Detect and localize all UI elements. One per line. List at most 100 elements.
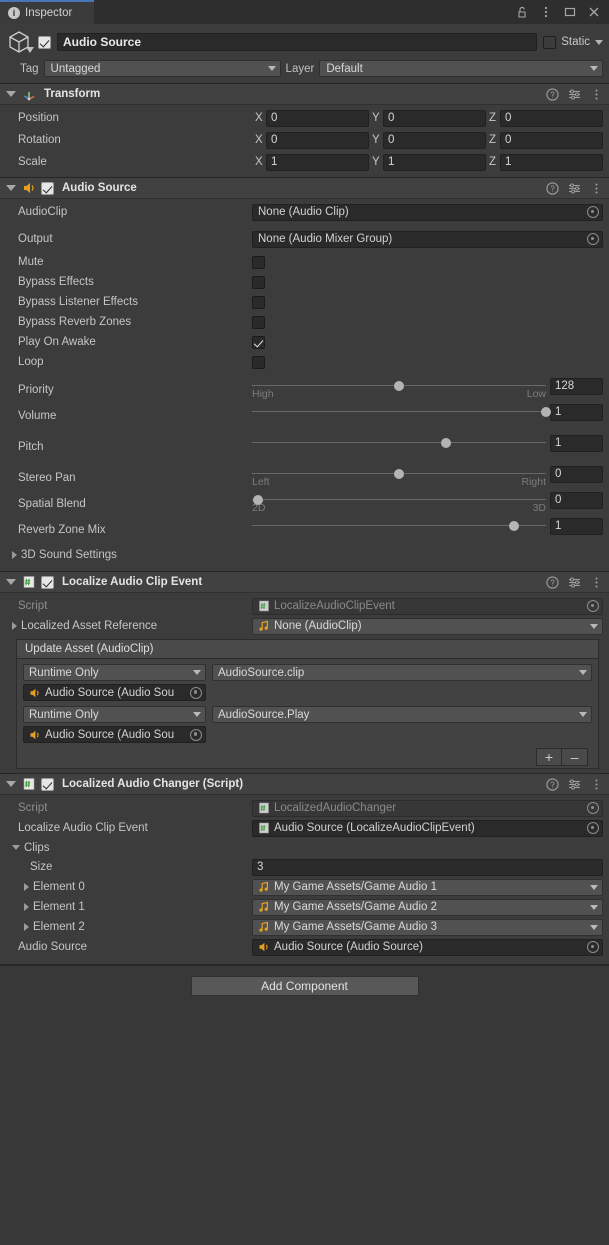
object-picker-icon[interactable] bbox=[587, 206, 599, 218]
volume-slider-knob[interactable] bbox=[541, 407, 551, 417]
localize-event-header[interactable]: Localize Audio Clip Event ? bbox=[0, 572, 609, 593]
element-2-label[interactable]: Element 2 bbox=[6, 921, 252, 933]
scale-x-input[interactable]: 1 bbox=[266, 154, 369, 171]
kebab-menu-icon[interactable] bbox=[590, 778, 603, 791]
gameobject-name-input[interactable]: Audio Source bbox=[57, 33, 537, 51]
help-icon[interactable]: ? bbox=[546, 182, 559, 195]
scale-y-input[interactable]: 1 bbox=[383, 154, 486, 171]
play-on-awake-checkbox[interactable] bbox=[252, 336, 265, 349]
foldout-arrow-icon[interactable] bbox=[24, 883, 29, 891]
object-picker-icon[interactable] bbox=[190, 729, 202, 741]
localized-asset-reference-label[interactable]: Localized Asset Reference bbox=[6, 620, 252, 632]
foldout-3d-sound-settings[interactable]: 3D Sound Settings bbox=[6, 547, 603, 563]
reverb-zone-mix-slider-knob[interactable] bbox=[509, 521, 519, 531]
foldout-arrow-icon[interactable] bbox=[6, 91, 16, 97]
chevron-down-icon[interactable] bbox=[26, 44, 34, 56]
rotation-y-input[interactable]: 0 bbox=[383, 132, 486, 149]
static-checkbox[interactable] bbox=[543, 36, 556, 49]
close-icon[interactable] bbox=[587, 5, 601, 19]
layer-dropdown[interactable]: Default bbox=[319, 60, 603, 77]
foldout-clips[interactable]: Clips bbox=[6, 839, 603, 856]
preset-icon[interactable] bbox=[568, 576, 581, 589]
kebab-menu-icon[interactable] bbox=[590, 88, 603, 101]
audioclip-object-field[interactable]: None (Audio Clip) bbox=[252, 204, 603, 221]
foldout-arrow-icon[interactable] bbox=[6, 185, 16, 191]
foldout-arrow-icon[interactable] bbox=[6, 781, 16, 787]
kebab-menu-icon[interactable] bbox=[539, 5, 553, 19]
output-object-field[interactable]: None (Audio Mixer Group) bbox=[252, 231, 603, 248]
event-1-object-field[interactable]: Audio Source (Audio Sou bbox=[23, 726, 206, 743]
position-y-input[interactable]: 0 bbox=[383, 110, 486, 127]
preset-icon[interactable] bbox=[568, 88, 581, 101]
help-icon[interactable]: ? bbox=[546, 88, 559, 101]
localize-event-enabled-checkbox[interactable] bbox=[41, 576, 54, 589]
cube-icon[interactable] bbox=[6, 29, 32, 55]
kebab-menu-icon[interactable] bbox=[590, 182, 603, 195]
spatial-blend-slider-knob[interactable] bbox=[253, 495, 263, 505]
bypass-effects-checkbox[interactable] bbox=[252, 276, 265, 289]
audio-source-header[interactable]: Audio Source ? bbox=[0, 178, 609, 199]
element-0-dropdown[interactable]: My Game Assets/Game Audio 1 bbox=[252, 879, 603, 896]
gameobject-enabled-checkbox[interactable] bbox=[38, 36, 51, 49]
object-picker-icon[interactable] bbox=[587, 822, 599, 834]
event-0-mode-dropdown[interactable]: Runtime Only bbox=[23, 664, 206, 681]
foldout-arrow-icon[interactable] bbox=[6, 579, 16, 585]
rotation-z-input[interactable]: 0 bbox=[500, 132, 603, 149]
add-component-button[interactable]: Add Component bbox=[191, 976, 419, 996]
maximize-icon[interactable] bbox=[563, 5, 577, 19]
remove-event-button[interactable]: – bbox=[562, 748, 588, 766]
foldout-arrow-icon[interactable] bbox=[12, 845, 20, 850]
tag-dropdown[interactable]: Untagged bbox=[44, 60, 281, 77]
foldout-arrow-icon[interactable] bbox=[24, 923, 29, 931]
help-icon[interactable]: ? bbox=[546, 576, 559, 589]
help-icon[interactable]: ? bbox=[546, 778, 559, 791]
priority-slider-knob[interactable] bbox=[394, 381, 404, 391]
kebab-menu-icon[interactable] bbox=[590, 576, 603, 589]
clips-size-input[interactable]: 3 bbox=[252, 859, 603, 876]
chevron-down-icon[interactable] bbox=[595, 40, 603, 45]
object-picker-icon[interactable] bbox=[587, 600, 599, 612]
reverb-zone-mix-value-input[interactable]: 1 bbox=[550, 518, 603, 535]
tab-inspector[interactable]: i Inspector bbox=[0, 0, 94, 24]
pitch-slider-knob[interactable] bbox=[441, 438, 451, 448]
localize-audio-clip-event-object-field[interactable]: Audio Source (LocalizeAudioClipEvent) bbox=[252, 820, 603, 837]
reverb-zone-mix-slider[interactable] bbox=[252, 518, 550, 526]
bypass-reverb-zones-checkbox[interactable] bbox=[252, 316, 265, 329]
stereo-pan-value-input[interactable]: 0 bbox=[550, 466, 603, 483]
object-picker-icon[interactable] bbox=[190, 687, 202, 699]
stereo-pan-slider[interactable]: Left Right bbox=[252, 466, 550, 488]
priority-slider[interactable]: High Low bbox=[252, 378, 550, 400]
position-x-input[interactable]: 0 bbox=[266, 110, 369, 127]
preset-icon[interactable] bbox=[568, 778, 581, 791]
priority-value-input[interactable]: 128 bbox=[550, 378, 603, 395]
foldout-arrow-icon[interactable] bbox=[12, 551, 17, 559]
object-picker-icon[interactable] bbox=[587, 941, 599, 953]
localized-changer-header[interactable]: Localized Audio Changer (Script) ? bbox=[0, 774, 609, 795]
event-1-function-dropdown[interactable]: AudioSource.Play bbox=[212, 706, 592, 723]
preset-icon[interactable] bbox=[568, 182, 581, 195]
mute-checkbox[interactable] bbox=[252, 256, 265, 269]
rotation-x-input[interactable]: 0 bbox=[266, 132, 369, 149]
spatial-blend-value-input[interactable]: 0 bbox=[550, 492, 603, 509]
volume-slider[interactable] bbox=[252, 404, 550, 412]
event-1-mode-dropdown[interactable]: Runtime Only bbox=[23, 706, 206, 723]
localized-changer-enabled-checkbox[interactable] bbox=[41, 778, 54, 791]
object-picker-icon[interactable] bbox=[587, 233, 599, 245]
element-1-label[interactable]: Element 1 bbox=[6, 901, 252, 913]
foldout-arrow-icon[interactable] bbox=[24, 903, 29, 911]
scale-z-input[interactable]: 1 bbox=[500, 154, 603, 171]
loop-checkbox[interactable] bbox=[252, 356, 265, 369]
stereo-pan-slider-knob[interactable] bbox=[394, 469, 404, 479]
event-0-object-field[interactable]: Audio Source (Audio Sou bbox=[23, 684, 206, 701]
pitch-value-input[interactable]: 1 bbox=[550, 435, 603, 452]
spatial-blend-slider[interactable]: 2D 3D bbox=[252, 492, 550, 514]
transform-header[interactable]: Transform ? bbox=[0, 84, 609, 105]
bypass-listener-effects-checkbox[interactable] bbox=[252, 296, 265, 309]
static-toggle-group[interactable]: Static bbox=[543, 36, 603, 49]
localized-asset-reference-dropdown[interactable]: None (AudioClip) bbox=[252, 618, 603, 635]
foldout-arrow-icon[interactable] bbox=[12, 622, 17, 630]
lock-icon[interactable] bbox=[515, 5, 529, 19]
volume-value-input[interactable]: 1 bbox=[550, 404, 603, 421]
pitch-slider[interactable] bbox=[252, 435, 550, 443]
element-1-dropdown[interactable]: My Game Assets/Game Audio 2 bbox=[252, 899, 603, 916]
